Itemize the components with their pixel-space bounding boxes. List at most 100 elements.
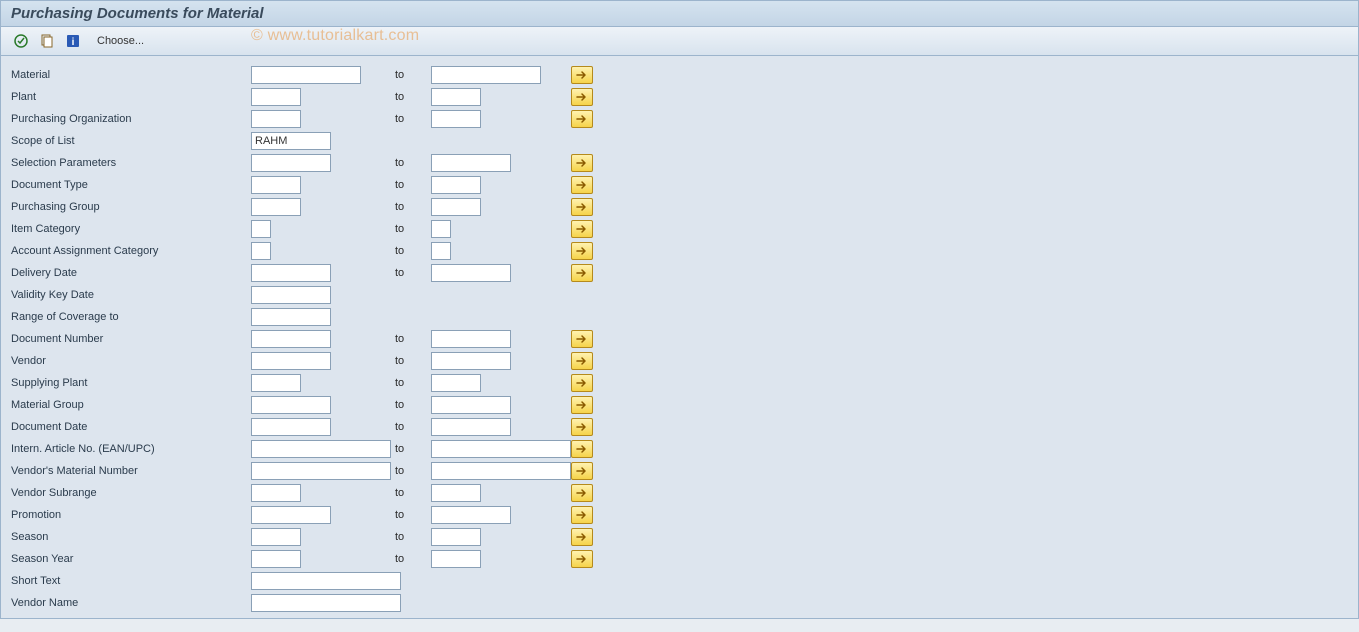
field-row-season: Seasonto — [11, 526, 1348, 548]
to-label: to — [391, 223, 431, 235]
vendSub-to-input[interactable] — [431, 484, 481, 502]
field-row-vendMatNo: Vendor's Material Number to — [11, 460, 1348, 482]
arrow-right-icon — [576, 422, 588, 432]
itemCat-multiple-selection-button[interactable] — [571, 220, 593, 238]
docDate-to-input[interactable] — [431, 418, 511, 436]
to-label: to — [391, 91, 431, 103]
field-label-purchGrp: Purchasing Group — [11, 201, 251, 213]
ean-from-input[interactable] — [251, 440, 391, 458]
arrow-right-icon — [576, 114, 588, 124]
plant-multiple-selection-button[interactable] — [571, 88, 593, 106]
field-row-acctAssign: Account Assignment Categoryto — [11, 240, 1348, 262]
field-row-itemCat: Item Category to — [11, 218, 1348, 240]
selParams-from-input[interactable] — [251, 154, 331, 172]
matGroup-from-input[interactable] — [251, 396, 331, 414]
to-label: to — [391, 355, 431, 367]
selection-screen: MaterialtoPlanttoPurchasing Organization… — [0, 56, 1359, 619]
field-row-deliveryDate: Delivery Dateto — [11, 262, 1348, 284]
supplyPlant-multiple-selection-button[interactable] — [571, 374, 593, 392]
to-label: to — [391, 531, 431, 543]
supplyPlant-to-input[interactable] — [431, 374, 481, 392]
season-to-input[interactable] — [431, 528, 481, 546]
field-row-supplyPlant: Supplying Plantto — [11, 372, 1348, 394]
field-row-docType: Document Typeto — [11, 174, 1348, 196]
docNumber-multiple-selection-button[interactable] — [571, 330, 593, 348]
vendor-to-input[interactable] — [431, 352, 511, 370]
acctAssign-multiple-selection-button[interactable] — [571, 242, 593, 260]
watermark: © www.tutorialkart.com — [251, 27, 419, 45]
vendSub-multiple-selection-button[interactable] — [571, 484, 593, 502]
field-label-vendor: Vendor — [11, 355, 251, 367]
purchOrg-from-input[interactable] — [251, 110, 301, 128]
ean-multiple-selection-button[interactable] — [571, 440, 593, 458]
purchOrg-to-input[interactable] — [431, 110, 481, 128]
vendMatNo-multiple-selection-button[interactable] — [571, 462, 593, 480]
page-title: Purchasing Documents for Material — [11, 5, 264, 22]
field-label-vendMatNo: Vendor's Material Number — [11, 465, 251, 477]
deliveryDate-from-input[interactable] — [251, 264, 331, 282]
to-label: to — [391, 487, 431, 499]
docType-to-input[interactable] — [431, 176, 481, 194]
to-label: to — [391, 421, 431, 433]
promotion-from-input[interactable] — [251, 506, 331, 524]
choose-button[interactable]: Choose... — [97, 35, 144, 47]
matGroup-to-input[interactable] — [431, 396, 511, 414]
validityKey-from-input[interactable] — [251, 286, 331, 304]
field-label-itemCat: Item Category — [11, 223, 251, 235]
supplyPlant-from-input[interactable] — [251, 374, 301, 392]
selParams-to-input[interactable] — [431, 154, 511, 172]
purchOrg-multiple-selection-button[interactable] — [571, 110, 593, 128]
title-bar: Purchasing Documents for Material — [0, 0, 1359, 27]
promotion-to-input[interactable] — [431, 506, 511, 524]
field-row-ean: Intern. Article No. (EAN/UPC)to — [11, 438, 1348, 460]
itemCat-to-input[interactable] — [431, 220, 451, 238]
acctAssign-to-input[interactable] — [431, 242, 451, 260]
vendMatNo-to-input[interactable] — [431, 462, 571, 480]
variant-icon[interactable] — [37, 31, 57, 51]
rangeCoverage-from-input[interactable] — [251, 308, 331, 326]
docNumber-from-input[interactable] — [251, 330, 331, 348]
seasonYear-multiple-selection-button[interactable] — [571, 550, 593, 568]
ean-to-input[interactable] — [431, 440, 571, 458]
vendorName-from-input[interactable] — [251, 594, 401, 612]
plant-to-input[interactable] — [431, 88, 481, 106]
execute-icon[interactable] — [11, 31, 31, 51]
season-multiple-selection-button[interactable] — [571, 528, 593, 546]
acctAssign-from-input[interactable] — [251, 242, 271, 260]
selParams-multiple-selection-button[interactable] — [571, 154, 593, 172]
docDate-multiple-selection-button[interactable] — [571, 418, 593, 436]
docType-multiple-selection-button[interactable] — [571, 176, 593, 194]
shortText-from-input[interactable] — [251, 572, 401, 590]
seasonYear-to-input[interactable] — [431, 550, 481, 568]
info-icon[interactable]: i — [63, 31, 83, 51]
purchGrp-multiple-selection-button[interactable] — [571, 198, 593, 216]
vendSub-from-input[interactable] — [251, 484, 301, 502]
vendMatNo-from-input[interactable] — [251, 462, 391, 480]
deliveryDate-multiple-selection-button[interactable] — [571, 264, 593, 282]
vendor-multiple-selection-button[interactable] — [571, 352, 593, 370]
season-from-input[interactable] — [251, 528, 301, 546]
material-to-input[interactable] — [431, 66, 541, 84]
to-label: to — [391, 465, 431, 477]
docNumber-to-input[interactable] — [431, 330, 511, 348]
purchGrp-from-input[interactable] — [251, 198, 301, 216]
material-from-input[interactable] — [251, 66, 361, 84]
docDate-from-input[interactable] — [251, 418, 331, 436]
promotion-multiple-selection-button[interactable] — [571, 506, 593, 524]
plant-from-input[interactable] — [251, 88, 301, 106]
arrow-right-icon — [576, 554, 588, 564]
matGroup-multiple-selection-button[interactable] — [571, 396, 593, 414]
field-row-docNumber: Document Numberto — [11, 328, 1348, 350]
scopeList-from-input[interactable] — [251, 132, 331, 150]
field-label-vendSub: Vendor Subrange — [11, 487, 251, 499]
material-multiple-selection-button[interactable] — [571, 66, 593, 84]
field-label-ean: Intern. Article No. (EAN/UPC) — [11, 443, 251, 455]
vendor-from-input[interactable] — [251, 352, 331, 370]
itemCat-from-input[interactable] — [251, 220, 271, 238]
docType-from-input[interactable] — [251, 176, 301, 194]
purchGrp-to-input[interactable] — [431, 198, 481, 216]
arrow-right-icon — [576, 158, 588, 168]
deliveryDate-to-input[interactable] — [431, 264, 511, 282]
arrow-right-icon — [576, 356, 588, 366]
seasonYear-from-input[interactable] — [251, 550, 301, 568]
